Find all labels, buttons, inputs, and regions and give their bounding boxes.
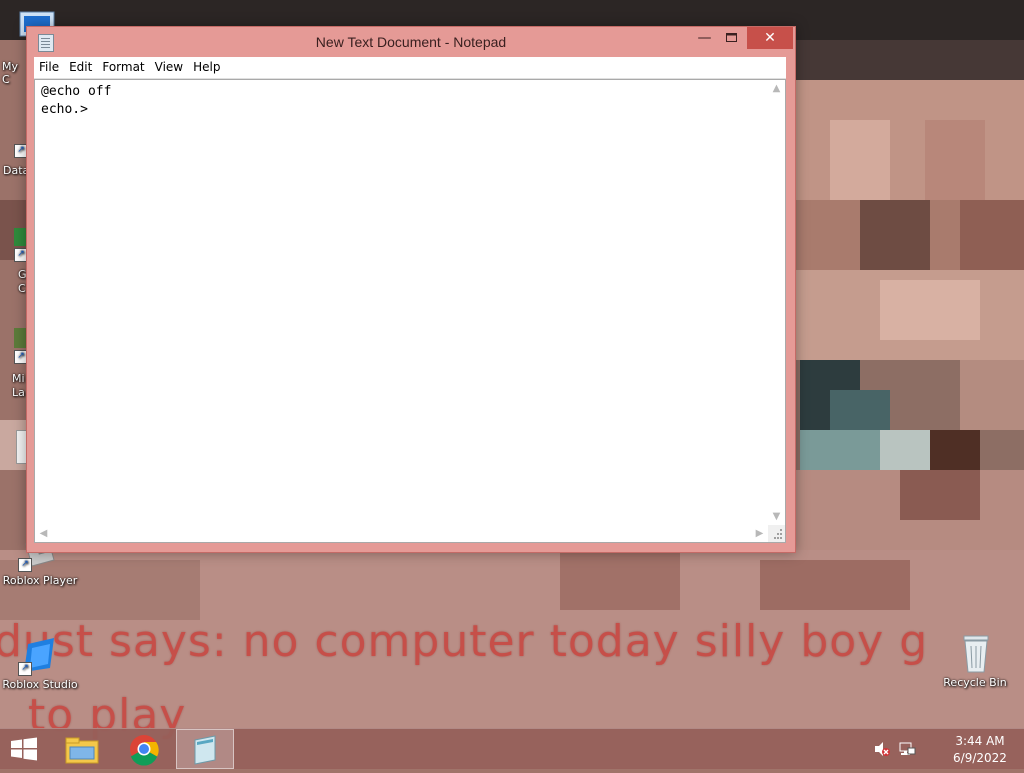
volume-muted-icon[interactable] — [873, 741, 891, 757]
scroll-left-icon[interactable]: ◀ — [35, 525, 52, 542]
text-editor[interactable]: @echo off echo.> — [41, 83, 767, 524]
menu-format[interactable]: Format — [97, 57, 149, 78]
recycle-bin-icon — [955, 632, 995, 673]
shortcut-arrow-icon: ↗ — [18, 558, 32, 572]
desktop-icon-label: La — [12, 386, 25, 399]
notepad-icon — [194, 735, 216, 765]
clock[interactable]: 3:44 AM 6/9/2022 — [938, 733, 1022, 767]
clock-time: 3:44 AM — [955, 734, 1005, 748]
notepad-window[interactable]: New Text Document - Notepad — ✕ File Edit… — [26, 26, 796, 553]
scroll-right-icon[interactable]: ▶ — [751, 525, 768, 542]
menu-bar: File Edit Format View Help — [34, 57, 786, 79]
editor-line: echo.> — [41, 102, 88, 117]
horizontal-scrollbar[interactable]: ◀ ▶ — [35, 525, 768, 542]
minimize-button[interactable]: — — [691, 27, 718, 49]
window-title: New Text Document - Notepad — [315, 34, 507, 50]
network-icon[interactable] — [898, 741, 916, 757]
taskbar: 3:44 AM 6/9/2022 — [0, 728, 1024, 769]
desktop-icon-label: Roblox Studio — [2, 678, 78, 691]
desktop-icon-label: Roblox Player — [2, 574, 78, 587]
text-editor-frame: @echo off echo.> ▲ ▼ ◀ ▶ — [34, 79, 786, 543]
desktop-icon-recycle-bin[interactable]: Recycle Bin — [935, 632, 1015, 689]
menu-help[interactable]: Help — [188, 57, 225, 78]
roblox-studio-icon: ↗ — [18, 634, 60, 676]
windows-logo-icon — [11, 737, 37, 761]
desktop-icon-label: My C — [2, 60, 19, 86]
maximize-icon — [725, 33, 737, 42]
maximize-button[interactable] — [718, 27, 745, 49]
desktop-icon-label: C — [18, 282, 26, 295]
taskbar-notepad[interactable] — [176, 729, 234, 769]
shortcut-arrow-icon: ↗ — [18, 662, 32, 676]
editor-line: @echo off — [41, 84, 112, 99]
start-button[interactable] — [0, 729, 48, 769]
taskbar-file-explorer[interactable] — [56, 729, 108, 769]
scroll-down-icon[interactable]: ▼ — [768, 508, 785, 525]
menu-file[interactable]: File — [34, 57, 64, 78]
close-button[interactable]: ✕ — [747, 27, 793, 49]
desktop-icon-label: Recycle Bin — [943, 676, 1007, 689]
desktop-icon-label: Mi — [12, 372, 25, 385]
desktop-icon-roblox-studio[interactable]: ↗ Roblox Studio — [0, 634, 80, 691]
menu-view[interactable]: View — [150, 57, 188, 78]
menu-edit[interactable]: Edit — [64, 57, 97, 78]
resize-grip-icon[interactable] — [768, 525, 785, 542]
title-bar[interactable]: New Text Document - Notepad — ✕ — [27, 27, 795, 57]
vertical-scrollbar[interactable]: ▲ ▼ — [768, 80, 785, 525]
wallpaper-caption-line1: dust says: no computer today silly boy g — [0, 616, 929, 667]
chrome-icon — [130, 735, 159, 766]
scroll-up-icon[interactable]: ▲ — [768, 80, 785, 97]
folder-icon — [65, 737, 99, 764]
taskbar-google-chrome[interactable] — [118, 729, 170, 769]
clock-date: 6/9/2022 — [953, 751, 1007, 765]
